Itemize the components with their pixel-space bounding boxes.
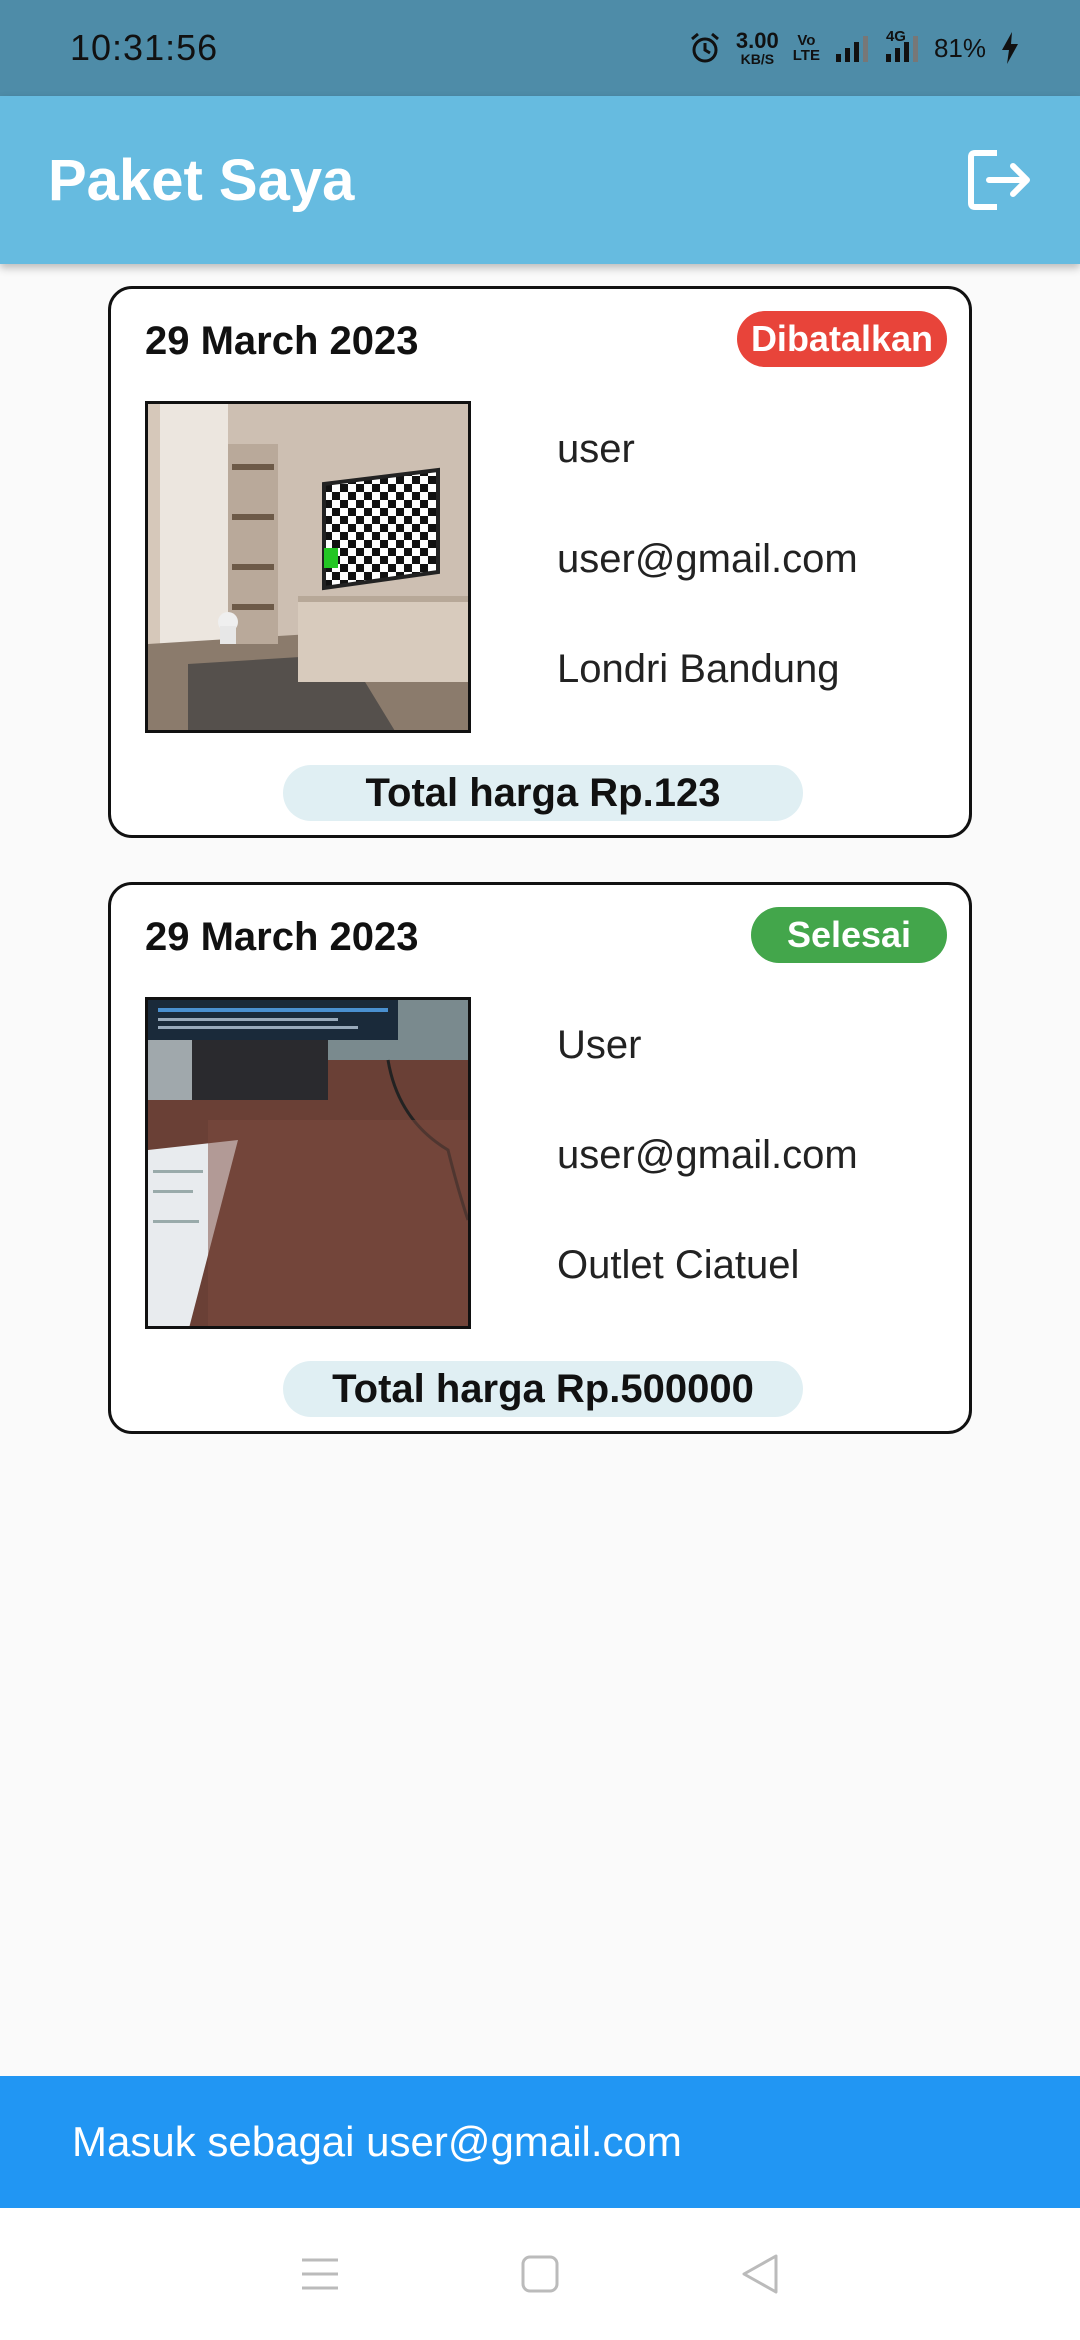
order-date: 29 March 2023: [145, 915, 419, 959]
alarm-icon: [688, 31, 722, 65]
status-time: 10:31:56: [70, 27, 219, 68]
signal-icon: [834, 34, 870, 62]
outlet-name: Londri Bandung: [557, 647, 840, 691]
page-title: Paket Saya: [48, 147, 355, 213]
logged-in-banner: Masuk sebagai user@gmail.com: [0, 2076, 1080, 2208]
menu-button[interactable]: [280, 2234, 360, 2314]
order-date: 29 March 2023: [145, 319, 419, 363]
order-photo: [145, 401, 471, 733]
customer-email: user@gmail.com: [557, 537, 858, 581]
outlet-name: Outlet Ciatuel: [557, 1243, 800, 1287]
status-bar: 10:31:56 3.00 KB/S Vo LTE 4G 81%: [0, 0, 1080, 96]
total-price: Total harga Rp.500000: [283, 1361, 803, 1417]
logged-in-text: Masuk sebagai user@gmail.com: [72, 2118, 682, 2165]
order-photo: [145, 997, 471, 1329]
status-badge: Selesai: [751, 907, 947, 963]
customer-email: user@gmail.com: [557, 1133, 858, 1177]
customer-name: user: [557, 427, 635, 471]
logout-button[interactable]: [960, 140, 1040, 220]
net-speed: 3.00 KB/S: [735, 28, 779, 67]
volte-indicator: Vo LTE: [792, 32, 820, 64]
logout-icon: [968, 150, 1030, 210]
order-card[interactable]: 29 March 2023 Selesai User user@gmail.co…: [108, 882, 972, 1434]
back-button[interactable]: [720, 2234, 800, 2314]
signal-4g-icon: 4G: [884, 28, 920, 62]
customer-name: User: [557, 1023, 642, 1067]
charging-icon: [1000, 32, 1020, 64]
status-badge: Dibatalkan: [736, 311, 947, 367]
battery-level: 81%: [933, 32, 986, 63]
menu-icon: [302, 2258, 338, 2290]
home-icon: [521, 2255, 559, 2293]
home-button[interactable]: [500, 2234, 580, 2314]
order-info: User user@gmail.com Outlet Ciatuel: [557, 1021, 858, 1351]
status-icons: 3.00 KB/S Vo LTE 4G 81%: [688, 28, 1020, 67]
system-nav-bar: [0, 2208, 1080, 2340]
back-icon: [742, 2254, 778, 2294]
order-card[interactable]: 29 March 2023 Dibatalkan user user@gmail…: [108, 286, 972, 838]
order-info: user user@gmail.com Londri Bandung: [557, 425, 858, 755]
total-price: Total harga Rp.123: [283, 765, 803, 821]
app-bar: Paket Saya: [0, 96, 1080, 264]
